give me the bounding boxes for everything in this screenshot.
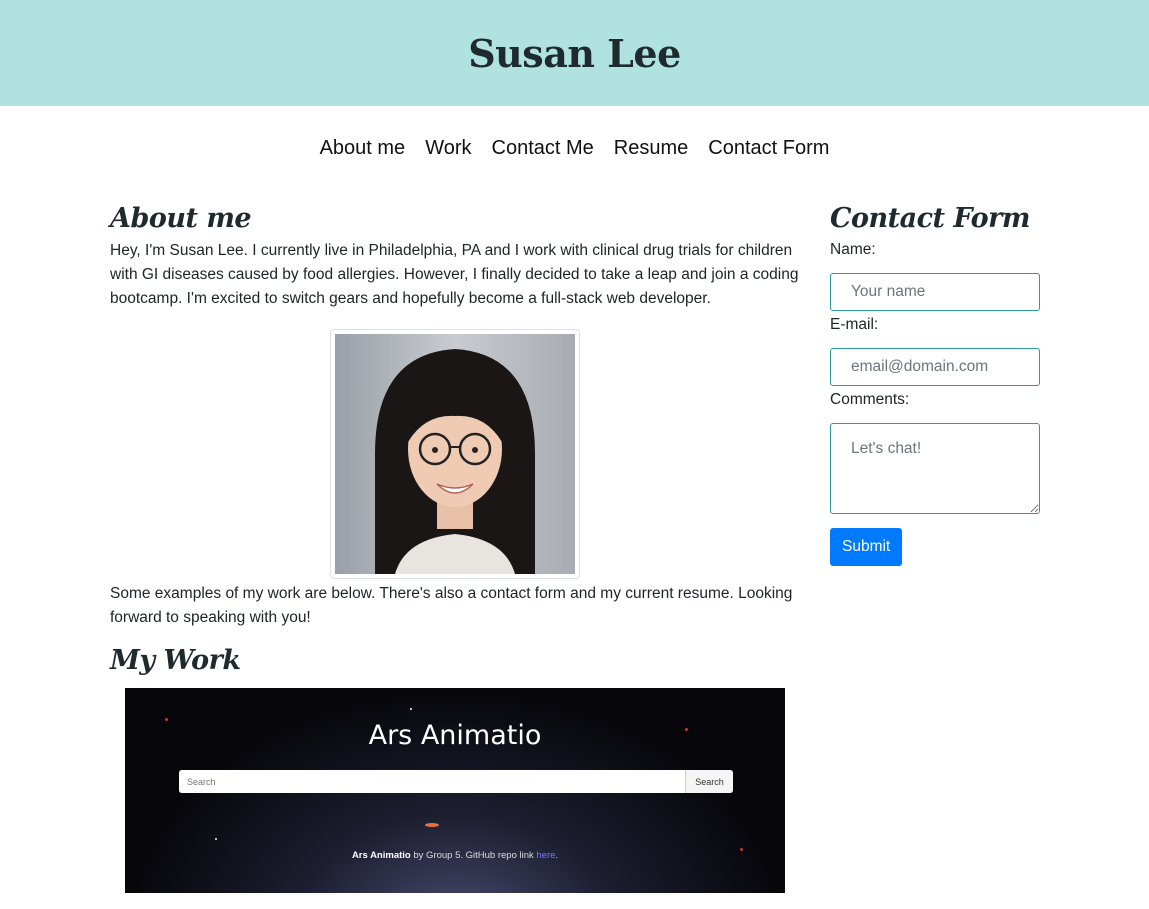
email-field[interactable] <box>830 348 1040 386</box>
about-heading: About me <box>110 203 252 234</box>
about-section: About me Hey, I'm Susan Lee. I currently… <box>110 202 800 893</box>
email-label: E-mail: <box>830 316 879 333</box>
site-header: Susan Lee <box>0 0 1149 106</box>
about-paragraph: Hey, I'm Susan Lee. I currently live in … <box>110 242 799 307</box>
project-search-bar: Search <box>179 770 733 793</box>
nav-work[interactable]: Work <box>425 136 471 160</box>
name-field[interactable] <box>830 273 1040 311</box>
contact-form-section: Contact Form Name: E-mail: Comments: Sub… <box>830 202 1040 566</box>
name-label: Name: <box>830 241 876 258</box>
project-title: Ars Animatio <box>368 720 542 751</box>
project-caption-text: by Group 5. GitHub repo link <box>410 850 537 861</box>
my-work-heading: My Work <box>110 645 241 676</box>
nav-contact-form[interactable]: Contact Form <box>708 136 829 160</box>
comments-label: Comments: <box>830 391 910 408</box>
comments-field[interactable] <box>830 423 1040 514</box>
profile-photo <box>335 334 575 574</box>
star-decoration <box>410 708 412 710</box>
project-search-input[interactable] <box>179 770 685 793</box>
project-caption: Ars Animatio by Group 5. GitHub repo lin… <box>125 850 785 861</box>
project-repo-link[interactable]: here <box>536 850 555 861</box>
project-search-button[interactable]: Search <box>685 770 733 793</box>
profile-photo-frame <box>330 329 580 579</box>
main-nav: About me Work Contact Me Resume Contact … <box>0 136 1149 160</box>
project-caption-name: Ars Animatio <box>351 850 411 861</box>
star-decoration <box>215 838 217 840</box>
submit-button[interactable]: Submit <box>830 528 903 566</box>
site-title: Susan Lee <box>468 30 681 76</box>
nav-about-me[interactable]: About me <box>320 136 406 160</box>
project-screenshot[interactable]: Ars Animatio Search Ars Animatio by Grou… <box>125 688 785 893</box>
intro-paragraph: Some examples of my work are below. Ther… <box>110 585 793 626</box>
contact-form-heading: Contact Form <box>830 203 1030 234</box>
star-decoration <box>425 823 439 827</box>
project-caption-end: . <box>555 850 559 861</box>
nav-resume[interactable]: Resume <box>614 136 688 160</box>
contact-form: Name: E-mail: Comments: Submit <box>830 239 1040 566</box>
nav-contact-me[interactable]: Contact Me <box>492 136 594 160</box>
